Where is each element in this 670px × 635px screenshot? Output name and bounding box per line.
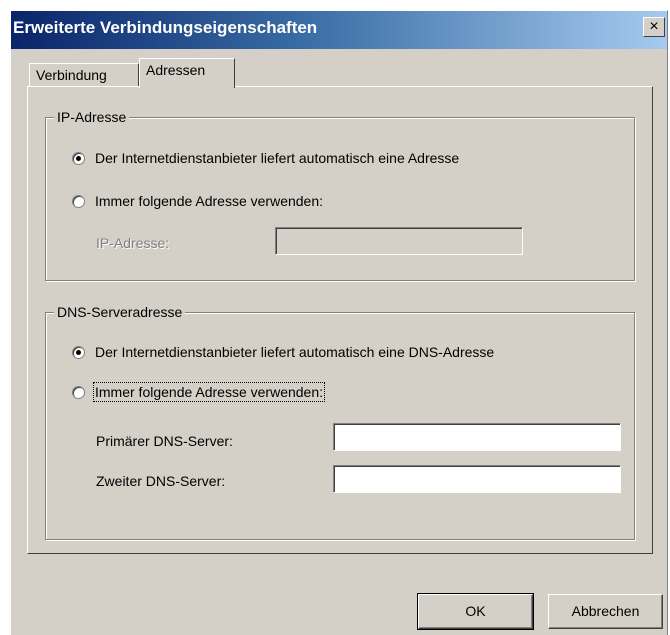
dns-auto-radio-row[interactable]: Der Internetdienstanbieter liefert autom… [72, 344, 494, 360]
tab-panel-adressen: IP-Adresse Der Internetdienstanbieter li… [27, 86, 653, 554]
close-icon: × [649, 18, 659, 35]
close-button[interactable]: × [643, 17, 665, 37]
ip-auto-radio[interactable] [72, 151, 85, 165]
ip-auto-radio-label: Der Internetdienstanbieter liefert autom… [95, 150, 460, 166]
dns-manual-radio-label: Immer folgende Adresse verwenden: [92, 382, 326, 402]
advanced-connection-properties-dialog: Erweiterte Verbindungseigenschaften × Ve… [10, 10, 668, 635]
dns-server-group: DNS-Serveradresse Der Internetdienstanbi… [45, 303, 635, 540]
secondary-dns-label: Zweiter DNS-Server: [96, 473, 226, 489]
dns-server-group-title: DNS-Serveradresse [54, 303, 186, 321]
ip-address-input[interactable] [275, 227, 523, 255]
ip-address-group: IP-Adresse Der Internetdienstanbieter li… [45, 108, 635, 281]
ip-address-group-title: IP-Adresse [54, 108, 130, 126]
tab-adressen-label: Adressen [146, 62, 206, 78]
cancel-button-label: Abbrechen [571, 603, 640, 619]
ip-manual-radio-row[interactable]: Immer folgende Adresse verwenden: [72, 193, 323, 209]
ip-manual-radio[interactable] [72, 194, 85, 208]
ok-button[interactable]: OK [417, 593, 534, 630]
ok-button-label: OK [465, 603, 486, 619]
cancel-button[interactable]: Abbrechen [548, 594, 663, 629]
ip-auto-radio-row[interactable]: Der Internetdienstanbieter liefert autom… [72, 150, 459, 166]
title-bar: Erweiterte Verbindungseigenschaften × [11, 11, 667, 49]
secondary-dns-input[interactable] [333, 465, 621, 493]
ip-address-field-label: IP-Adresse: [96, 235, 170, 251]
primary-dns-input[interactable] [333, 423, 621, 451]
window-title: Erweiterte Verbindungseigenschaften [13, 18, 318, 37]
tab-verbindung-label: Verbindung [36, 67, 107, 83]
ip-manual-radio-label: Immer folgende Adresse verwenden: [95, 193, 324, 209]
dns-manual-radio-row[interactable]: Immer folgende Adresse verwenden: [72, 382, 326, 402]
dns-auto-radio-label: Der Internetdienstanbieter liefert autom… [95, 344, 495, 360]
tab-adressen[interactable]: Adressen [139, 58, 235, 88]
dns-manual-radio[interactable] [72, 385, 85, 399]
primary-dns-label: Primärer DNS-Server: [96, 433, 233, 449]
dns-auto-radio[interactable] [72, 345, 85, 359]
tab-verbindung[interactable]: Verbindung [29, 63, 139, 87]
